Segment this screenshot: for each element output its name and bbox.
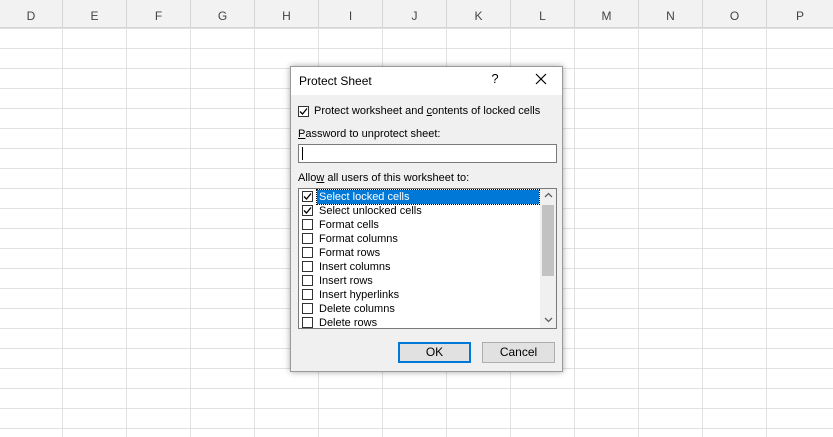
column-header-i[interactable]: I: [319, 0, 383, 27]
permission-item-delete-rows[interactable]: Delete rows: [299, 316, 540, 329]
checkmark-icon: [299, 108, 308, 115]
close-button[interactable]: [529, 70, 553, 90]
password-label: Password to unprotect sheet:: [298, 128, 440, 140]
close-icon: [535, 73, 547, 85]
help-button[interactable]: ?: [489, 71, 501, 89]
permission-label: Delete columns: [319, 303, 395, 315]
column-header-h[interactable]: H: [255, 0, 319, 27]
column-header-f[interactable]: F: [127, 0, 191, 27]
column-header-g[interactable]: G: [191, 0, 255, 27]
scroll-up-button[interactable]: [540, 189, 556, 203]
permission-label: Insert rows: [319, 275, 373, 287]
checkmark-icon: [303, 207, 312, 214]
label-text: ontents of locked cells: [432, 105, 541, 117]
column-header-e[interactable]: E: [63, 0, 127, 27]
column-header-m[interactable]: M: [575, 0, 639, 27]
protect-contents-checkbox[interactable]: [298, 106, 309, 117]
permissions-label: Allow all users of this worksheet to:: [298, 172, 469, 184]
permission-checkbox[interactable]: [302, 317, 313, 328]
permission-item-select-locked-cells[interactable]: Select locked cells: [299, 189, 540, 205]
permission-label: Select locked cells: [316, 189, 540, 205]
protect-contents-label[interactable]: Protect worksheet and contents of locked…: [314, 105, 540, 117]
cancel-button[interactable]: Cancel: [482, 342, 555, 363]
chevron-up-icon: [544, 192, 552, 198]
dialog-title: Protect Sheet: [299, 74, 372, 88]
permission-item-format-rows[interactable]: Format rows: [299, 246, 540, 260]
protect-sheet-dialog: Protect Sheet ? Protect worksheet and co…: [290, 66, 563, 372]
column-header-n[interactable]: N: [639, 0, 703, 27]
column-header-o[interactable]: O: [703, 0, 767, 27]
permission-item-format-columns[interactable]: Format columns: [299, 232, 540, 246]
permission-label: Insert columns: [319, 261, 391, 273]
permission-label: Delete rows: [319, 317, 378, 329]
permission-checkbox[interactable]: [302, 303, 313, 314]
permission-checkbox[interactable]: [302, 289, 313, 300]
permission-label: Select unlocked cells: [319, 205, 422, 217]
column-header-d[interactable]: D: [0, 0, 63, 27]
permission-checkbox[interactable]: [302, 219, 313, 230]
grid-line: [638, 28, 639, 437]
column-header-p[interactable]: P: [767, 0, 833, 27]
column-header-j[interactable]: J: [383, 0, 447, 27]
list-scrollbar[interactable]: [540, 189, 556, 328]
password-input[interactable]: [298, 144, 557, 163]
permission-item-format-cells[interactable]: Format cells: [299, 218, 540, 232]
scroll-down-button[interactable]: [540, 314, 556, 328]
column-header-l[interactable]: L: [511, 0, 575, 27]
permission-checkbox[interactable]: [302, 247, 313, 258]
permission-label: Format columns: [319, 233, 398, 245]
grid-line: [190, 28, 191, 437]
grid-line: [766, 28, 767, 437]
ok-button[interactable]: OK: [398, 342, 471, 363]
grid-line: [254, 28, 255, 437]
dialog-titlebar[interactable]: Protect Sheet ?: [291, 67, 562, 95]
permission-item-insert-columns[interactable]: Insert columns: [299, 260, 540, 274]
label-text: Protect worksheet and: [314, 105, 427, 117]
grid-line: [62, 28, 63, 437]
permission-label: Format cells: [319, 219, 379, 231]
permission-label: Insert hyperlinks: [319, 289, 400, 301]
checkmark-icon: [303, 193, 312, 200]
permission-item-insert-rows[interactable]: Insert rows: [299, 274, 540, 288]
permission-checkbox[interactable]: [302, 205, 313, 216]
permission-checkbox[interactable]: [302, 233, 313, 244]
permission-checkbox[interactable]: [302, 191, 313, 202]
permissions-list[interactable]: Select locked cells Select unlocked cell…: [298, 188, 557, 329]
permission-checkbox[interactable]: [302, 275, 313, 286]
permission-item-delete-columns[interactable]: Delete columns: [299, 302, 540, 316]
permission-item-select-unlocked-cells[interactable]: Select unlocked cells: [299, 204, 540, 218]
text-caret: [302, 147, 303, 160]
column-header-bar: D E F G H I J K L M N O P: [0, 0, 833, 28]
grid-line: [574, 28, 575, 437]
label-text: assword to unprotect sheet:: [305, 128, 441, 140]
label-text: all users of this worksheet to:: [324, 172, 470, 184]
scroll-thumb[interactable]: [542, 205, 554, 276]
chevron-down-icon: [544, 317, 552, 323]
grid-line: [702, 28, 703, 437]
column-header-k[interactable]: K: [447, 0, 511, 27]
permission-label: Format rows: [319, 247, 381, 259]
grid-line: [126, 28, 127, 437]
permission-item-insert-hyperlinks[interactable]: Insert hyperlinks: [299, 288, 540, 302]
label-text: Allo: [298, 172, 317, 184]
permission-checkbox[interactable]: [302, 261, 313, 272]
